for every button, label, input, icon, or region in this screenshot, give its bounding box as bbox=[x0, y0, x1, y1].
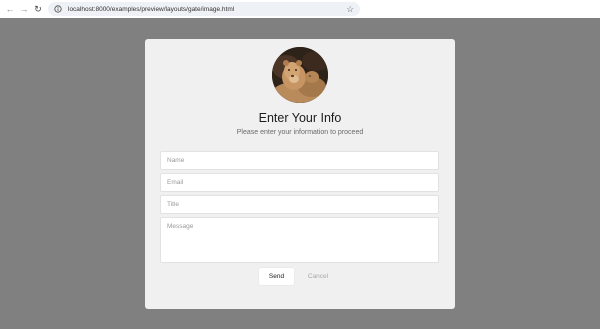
site-info-icon[interactable] bbox=[54, 5, 62, 13]
email-input[interactable] bbox=[160, 173, 439, 192]
url-text: localhost:8000/examples/preview/layouts/… bbox=[68, 5, 235, 13]
info-form-card: Enter Your Info Please enter your inform… bbox=[145, 39, 455, 309]
browser-toolbar: ← → ↻ localhost:8000/examples/preview/la… bbox=[0, 0, 600, 18]
form-subtitle: Please enter your information to proceed bbox=[236, 129, 364, 136]
forward-icon[interactable]: → bbox=[18, 3, 30, 15]
address-bar[interactable]: localhost:8000/examples/preview/layouts/… bbox=[48, 2, 360, 16]
reload-icon[interactable]: ↻ bbox=[32, 3, 44, 15]
title-input[interactable] bbox=[160, 195, 439, 214]
lion-avatar-image bbox=[272, 47, 328, 103]
back-icon[interactable]: ← bbox=[4, 3, 16, 15]
cancel-button[interactable]: Cancel bbox=[303, 268, 333, 285]
form-title: Enter Your Info bbox=[258, 111, 342, 125]
message-textarea[interactable] bbox=[160, 217, 439, 263]
star-icon[interactable]: ☆ bbox=[346, 4, 354, 14]
name-input[interactable] bbox=[160, 151, 439, 170]
send-button[interactable]: Send bbox=[259, 268, 294, 285]
